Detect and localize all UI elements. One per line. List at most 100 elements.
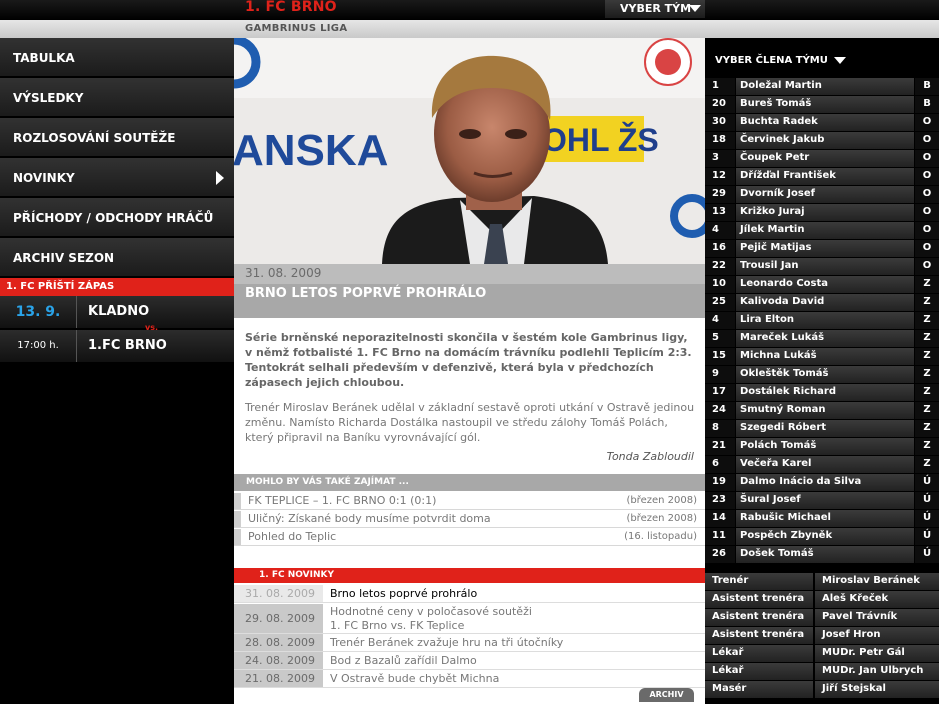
next-match-row-away: 17:00 h. 1.FC BRNO [0,330,234,362]
player-row[interactable]: 20 Bureš Tomáš B [705,96,939,114]
team-select-label: VYBER TÝM [620,2,692,15]
player-row[interactable]: 24 Smutný Roman Z [705,402,939,420]
news-item-date: 21. 08. 2009 [234,670,323,687]
player-name: Čoupek Petr [735,150,914,167]
player-position: Z [915,366,939,383]
nav-item-label: PŘÍCHODY / ODCHODY HRÁČŮ [13,211,214,225]
news-item[interactable]: 21. 08. 2009 V Ostravě bude chybět Michn… [234,670,705,688]
player-row[interactable]: 16 Pejič Matijas O [705,240,939,258]
player-position: Ú [915,510,939,527]
article-photo[interactable]: ANSKA OHL ŽS [234,38,705,264]
player-number: 21 [705,438,735,455]
news-item[interactable]: 29. 08. 2009 Hodnotné ceny v poločasové … [234,604,705,634]
player-row[interactable]: 25 Kalivoda David Z [705,294,939,312]
player-row[interactable]: 12 Dřížďal František O [705,168,939,186]
league-bar: GAMBRINUS LIGA [0,20,939,38]
news-heading: 1. FC NOVINKY [234,568,705,583]
nav-item-label: ARCHIV SEZON [13,251,115,265]
player-row[interactable]: 8 Szegedi Róbert Z [705,420,939,438]
related-item-date: (březen 2008) [626,495,697,506]
player-number: 20 [705,96,735,113]
player-row[interactable]: 5 Mareček Lukáš Z [705,330,939,348]
staff-row[interactable]: Asistent trenéra Aleš Křeček [705,591,939,609]
player-row[interactable]: 3 Čoupek Petr O [705,150,939,168]
news-item[interactable]: 31. 08. 2009 Brno letos poprvé prohrálo [234,585,705,603]
staff-row[interactable]: Trenér Miroslav Beránek [705,573,939,591]
player-name: Dalmo Inácio da Silva [735,474,914,491]
player-row[interactable]: 15 Michna Lukáš Z [705,348,939,366]
player-position: Ú [915,474,939,491]
player-number: 11 [705,528,735,545]
player-position: Z [915,348,939,365]
player-row[interactable]: 14 Rabušic Michael Ú [705,510,939,528]
chevron-down-icon [689,5,701,12]
staff-row[interactable]: Lékař MUDr. Petr Gál [705,645,939,663]
banner-text-right: OHL ŽS [542,122,659,158]
player-row[interactable]: 29 Dvorník Josef O [705,186,939,204]
player-row[interactable]: 9 Okleštěk Tomáš Z [705,366,939,384]
player-name: Pospěch Zbyněk [735,528,914,545]
player-name: Buchta Radek [735,114,914,131]
player-row[interactable]: 1 Doležal Martin B [705,78,939,96]
player-row[interactable]: 11 Pospěch Zbyněk Ú [705,528,939,546]
player-row[interactable]: 30 Buchta Radek O [705,114,939,132]
player-row[interactable]: 13 Križko Juraj O [705,204,939,222]
player-row[interactable]: 19 Dalmo Inácio da Silva Ú [705,474,939,492]
player-number: 26 [705,546,735,563]
nav-item-rozlosovani[interactable]: ROZLOSOVÁNÍ SOUTĚŽE [0,118,234,158]
staff-role: Asistent trenéra [705,627,813,644]
player-row[interactable]: 10 Leonardo Costa Z [705,276,939,294]
staff-row[interactable]: Masér Jiří Stejskal [705,681,939,699]
player-row[interactable]: 26 Došek Tomáš Ú [705,546,939,564]
player-number: 3 [705,150,735,167]
player-name: Došek Tomáš [735,546,914,563]
staff-row[interactable]: Lékař MUDr. Jan Ulbrych [705,663,939,681]
article-title[interactable]: BRNO LETOS POPRVÉ PROHRÁLO [234,284,705,318]
player-name: Bureš Tomáš [735,96,914,113]
next-match-panel[interactable]: 13. 9. KLADNO 17:00 h. 1.FC BRNO vs. [0,296,234,362]
staff-name: Josef Hron [815,627,939,644]
player-number: 12 [705,168,735,185]
nav-item-novinky[interactable]: NOVINKY [0,158,234,198]
player-row[interactable]: 22 Trousil Jan O [705,258,939,276]
news-item[interactable]: 24. 08. 2009 Bod z Bazalů zařídil Dalmo [234,652,705,670]
player-row[interactable]: 4 Jílek Martin O [705,222,939,240]
main-content: ANSKA OHL ŽS 31. 08. 2009 BRNO LETOS POP… [234,38,705,704]
member-select-dropdown[interactable]: VYBER ČLENA TÝMU [705,38,939,78]
staff-name: Pavel Trávník [815,609,939,626]
related-item[interactable]: Pohled do Teplic (16. listopadu) [234,529,705,546]
player-name: Polách Tomáš [735,438,914,455]
staff-row[interactable]: Asistent trenéra Pavel Trávník [705,609,939,627]
player-name: Dřížďal František [735,168,914,185]
player-name: Jílek Martin [735,222,914,239]
team-select-dropdown[interactable]: VYBER TÝM [605,0,705,18]
staff-row[interactable]: Asistent trenéra Josef Hron [705,627,939,645]
player-name: Mareček Lukáš [735,330,914,347]
player-position: Ú [915,492,939,509]
player-row[interactable]: 23 Šural Josef Ú [705,492,939,510]
player-row[interactable]: 6 Večeřa Karel Z [705,456,939,474]
nav-item-prichody-odchody[interactable]: PŘÍCHODY / ODCHODY HRÁČŮ [0,198,234,238]
nav-item-archiv-sezon[interactable]: ARCHIV SEZON [0,238,234,278]
player-position: Z [915,384,939,401]
player-row[interactable]: 4 Lira Elton Z [705,312,939,330]
player-row[interactable]: 18 Červinek Jakub O [705,132,939,150]
player-position: Z [915,420,939,437]
news-item[interactable]: 28. 08. 2009 Trenér Beránek zvažuje hru … [234,634,705,652]
match-time-cell: 17:00 h. [0,330,77,362]
chevron-right-icon [216,171,224,185]
archive-button[interactable]: ARCHIV [639,688,694,702]
related-item[interactable]: FK TEPLICE – 1. FC BRNO 0:1 (0:1) (březe… [234,493,705,510]
news-item-date: 24. 08. 2009 [234,652,323,669]
player-row[interactable]: 17 Dostálek Richard Z [705,384,939,402]
player-row[interactable]: 21 Polách Tomáš Z [705,438,939,456]
nav-item-label: NOVINKY [13,171,75,185]
player-number: 10 [705,276,735,293]
news-item-title-line2: 1. FC Brno vs. FK Teplice [330,619,465,632]
match-date: 13. 9. [15,304,61,320]
nav-item-tabulka[interactable]: TABULKA [0,38,234,78]
nav-item-vysledky[interactable]: VÝSLEDKY [0,78,234,118]
next-match-row-home: 13. 9. KLADNO [0,296,234,328]
related-item[interactable]: Uličný: Získané body musíme potvrdit dom… [234,511,705,528]
banner-text-left: ANSKA [234,126,388,175]
